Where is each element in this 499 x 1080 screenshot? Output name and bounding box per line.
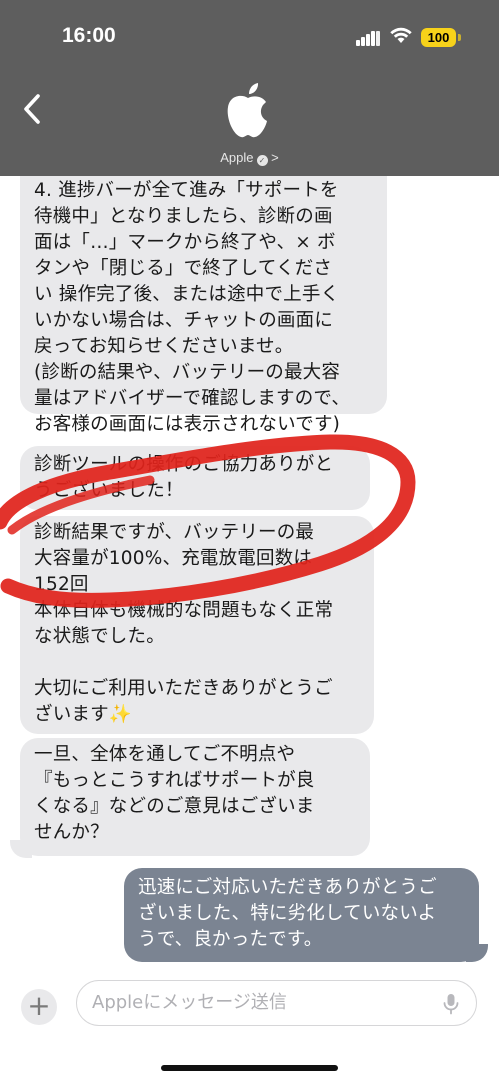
contact-name[interactable]: Apple ✓ >	[0, 150, 499, 166]
contact-chevron-icon: >	[271, 150, 279, 165]
message-input[interactable]: Appleにメッセージ送信	[76, 980, 477, 1026]
message-bubble-incoming: 4. 進捗バーが全て進み「サポートを 待機中」となりましたら、診断の画 面は「……	[20, 176, 387, 435]
message-bubble-outgoing: 迅速にご対応いただきありがとうご ざいました、特に劣化していないよ うで、良かっ…	[124, 868, 479, 962]
status-time: 16:00	[62, 24, 116, 47]
chat-header: 16:00 100 Apple ✓ >	[0, 0, 499, 176]
mic-icon[interactable]	[443, 993, 459, 1015]
message-bubble-incoming: 診断結果ですが、バッテリーの最 大容量が100%、充電放電回数は 152回 本体…	[20, 516, 374, 734]
back-chevron-icon[interactable]	[18, 92, 48, 126]
message-bubble-incoming: 診断ツールの操作のご協力ありがと うございました！	[20, 446, 370, 510]
apple-logo-icon[interactable]	[220, 80, 276, 140]
plus-icon[interactable]: +	[21, 989, 57, 1025]
message-bubble-incoming: 一旦、全体を通してご不明点や 『もっとこうすればサポートが良 くなる』などのご意…	[20, 738, 370, 856]
battery-icon: 100	[421, 28, 456, 47]
signal-icon	[356, 30, 380, 46]
contact-name-label: Apple	[220, 150, 254, 165]
composer-bar: + Appleにメッセージ送信	[0, 968, 499, 1080]
message-list[interactable]: 4. 進捗バーが全て進み「サポートを 待機中」となりましたら、診断の画 面は「……	[0, 176, 499, 968]
home-indicator	[161, 1065, 338, 1071]
verified-badge-icon: ✓	[256, 155, 268, 166]
wifi-icon	[390, 27, 412, 43]
battery-tip	[458, 34, 461, 41]
